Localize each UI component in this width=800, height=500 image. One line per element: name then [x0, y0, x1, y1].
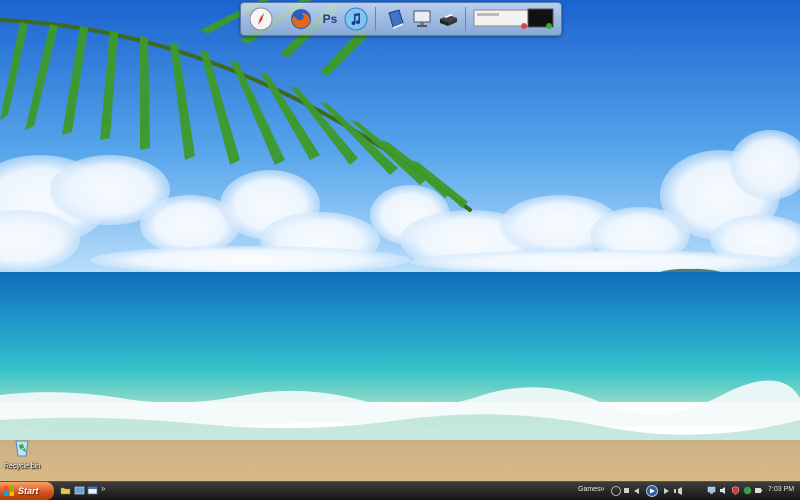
quicklaunch-chevron[interactable]: » — [101, 484, 105, 493]
dock-item-photoshop[interactable]: Ps — [317, 6, 343, 32]
taskbar: Start » Games » 7:03 PM — [0, 481, 800, 500]
dock-item-itunes[interactable] — [343, 6, 369, 32]
network-tray-icon[interactable] — [707, 486, 716, 495]
windows-flag-icon — [4, 486, 14, 496]
dock-item-computer[interactable] — [409, 6, 435, 32]
start-button[interactable]: Start — [0, 482, 54, 500]
dock-item-firefox[interactable] — [288, 6, 314, 32]
media-controls-strip — [611, 485, 682, 497]
computer-monitor-icon — [413, 10, 431, 27]
desktop-wallpaper — [0, 0, 800, 500]
quicklaunch-show-desktop-icon[interactable] — [74, 485, 85, 496]
quicklaunch-window-icon[interactable] — [87, 485, 98, 496]
dock-item-printer[interactable] — [435, 6, 461, 32]
quicklaunch-folder-icon[interactable] — [60, 485, 71, 496]
recycle-bin-icon — [15, 440, 29, 457]
volume-tray-icon[interactable] — [719, 486, 728, 495]
desktop-icon-label: Recycle bin — [4, 463, 41, 470]
update-tray-icon[interactable] — [743, 486, 752, 495]
printer-icon — [440, 14, 457, 26]
dock-item-safari[interactable] — [248, 6, 274, 32]
media-controls — [610, 485, 690, 497]
desktop-icon-recycle-bin[interactable]: Recycle bin — [4, 436, 40, 470]
start-label: Start — [18, 486, 39, 496]
dock-item-book[interactable] — [383, 6, 409, 32]
games-toolbar-label[interactable]: Games — [578, 486, 601, 493]
security-tray-icon[interactable] — [731, 486, 740, 495]
top-dock: Ps — [240, 2, 562, 36]
safari-compass-icon — [249, 7, 273, 31]
blue-book-icon — [388, 9, 404, 29]
games-toolbar-chevron[interactable]: » — [600, 484, 604, 493]
battery-tray-icon[interactable] — [754, 486, 763, 495]
media-player-widget-icon — [473, 8, 554, 29]
itunes-icon — [344, 7, 368, 31]
photoshop-icon: Ps — [322, 12, 338, 26]
dock-item-media-widget[interactable] — [473, 6, 555, 32]
firefox-icon — [291, 9, 311, 29]
taskbar-clock[interactable]: 7:03 PM — [768, 486, 794, 493]
